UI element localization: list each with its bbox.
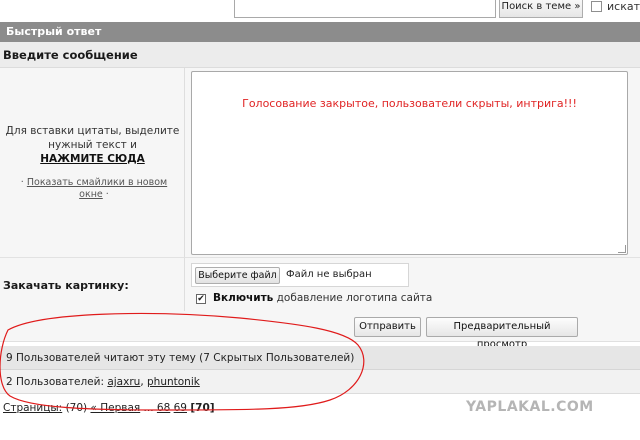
- message-panel: Голосование закрытое, пользователи скрыт…: [185, 68, 640, 258]
- quote-hint: Для вставки цитаты, выделите нужный текс…: [0, 124, 185, 166]
- site-watermark: YAPLAKAL.COM: [466, 399, 594, 415]
- user-link-ajaxru[interactable]: ajaxru: [107, 376, 140, 388]
- pagination: Страницы: (70) « Первая ... 68 69 [70]: [3, 402, 215, 414]
- reply-actions-row: Отправить Предварительный просмотр: [0, 311, 640, 350]
- smileys-suffix: ·: [105, 189, 109, 200]
- smileys-line: · Показать смайлики в новом окне ·: [10, 177, 178, 201]
- resize-grip-icon[interactable]: [618, 245, 626, 253]
- topic-readers-list: 2 Пользователей: ajaxru, phuntonik: [0, 370, 640, 394]
- upload-controls-cell: Выберите файл Файл не выбран ✔ Включить …: [185, 258, 640, 311]
- message-text: Голосование закрытое, пользователи скрыт…: [242, 97, 577, 110]
- file-input[interactable]: Выберите файл Файл не выбран: [191, 263, 409, 287]
- send-button[interactable]: Отправить: [354, 317, 421, 337]
- topic-search-input[interactable]: [234, 0, 496, 18]
- user-link-phuntonik[interactable]: phuntonik: [147, 376, 200, 388]
- search-option-label: искат: [607, 0, 640, 13]
- upload-image-label: Закачать картинку:: [3, 279, 129, 292]
- preview-button[interactable]: Предварительный просмотр: [426, 317, 578, 350]
- pages-total: (70): [65, 402, 88, 414]
- smileys-prefix: ·: [20, 177, 24, 188]
- message-textarea[interactable]: Голосование закрытое, пользователи скрыт…: [191, 71, 628, 255]
- readers-users-prefix: 2 Пользователей:: [6, 376, 108, 388]
- logo-option-label: Включить добавление логотипа сайта: [213, 292, 432, 304]
- choose-file-button[interactable]: Выберите файл: [195, 267, 280, 284]
- insert-quote-link[interactable]: НАЖМИТЕ СЮДА: [0, 152, 185, 166]
- quote-helper-panel: Для вставки цитаты, выделите нужный текс…: [0, 68, 185, 258]
- upload-label-cell: Закачать картинку:: [0, 258, 185, 311]
- current-page: [70]: [190, 402, 215, 414]
- quote-hint-text: Для вставки цитаты, выделите нужный текс…: [5, 125, 180, 151]
- quick-reply-header: Быстрый ответ: [0, 22, 640, 42]
- page-link-69[interactable]: 69: [174, 402, 187, 414]
- pages-label[interactable]: Страницы:: [3, 402, 62, 414]
- first-page-link[interactable]: « Первая: [90, 402, 140, 414]
- logo-option-bold: Включить: [213, 292, 274, 304]
- logo-option-rest: добавление логотипа сайта: [273, 292, 433, 304]
- search-in-topic-button[interactable]: Поиск в теме »: [499, 0, 583, 18]
- file-status-text: Файл не выбран: [286, 269, 372, 280]
- logo-checkbox[interactable]: ✔: [196, 294, 206, 304]
- top-search-bar: Поиск в теме » искат: [0, 0, 640, 22]
- topic-readers-summary: 9 Пользователей читают эту тему (7 Скрыт…: [0, 346, 640, 370]
- page-link-68[interactable]: 68: [157, 402, 170, 414]
- pages-ellipsis: ...: [143, 402, 154, 414]
- show-smileys-link[interactable]: Показать смайлики в новом окне: [27, 177, 167, 200]
- checkmark-icon: ✔: [197, 294, 205, 304]
- search-option-checkbox[interactable]: [591, 1, 602, 12]
- enter-message-subheader: Введите сообщение: [0, 42, 640, 68]
